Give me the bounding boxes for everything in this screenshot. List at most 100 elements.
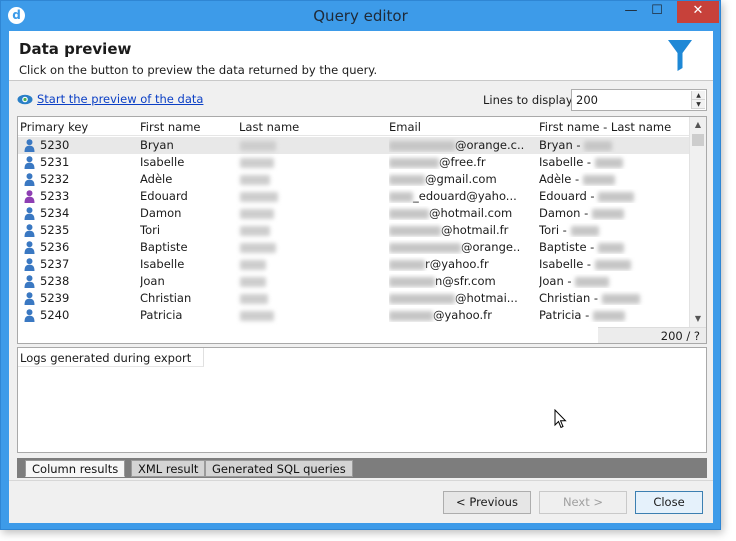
email-cell: @free.fr <box>389 155 537 169</box>
full-name-cell: Christian - <box>539 291 689 305</box>
first-name-cell: Baptiste <box>140 240 188 254</box>
tab-column-results[interactable]: Column results <box>25 460 126 477</box>
full-name-redacted <box>592 310 625 321</box>
close-window-button[interactable]: ✕ <box>677 1 719 23</box>
email-domain: @hotmai... <box>455 291 518 305</box>
column-header-first-name[interactable]: First name <box>140 120 200 134</box>
table-row[interactable]: 5234 Damon @hotmail.com Damon - <box>18 205 690 222</box>
lines-to-display-value[interactable]: 200 <box>576 93 598 107</box>
column-header-last-name[interactable]: Last name <box>239 120 299 134</box>
person-icon <box>24 275 35 288</box>
email-domain: r@yahoo.fr <box>425 257 489 271</box>
person-icon <box>24 190 35 203</box>
person-icon <box>24 139 35 152</box>
last-name-redacted <box>240 294 268 304</box>
table-row[interactable]: 5239 Christian @hotmai... Christian - <box>18 290 690 307</box>
logs-header: Logs generated during export <box>18 348 204 367</box>
full-name-text: Joan - <box>539 274 576 288</box>
table-row[interactable]: 5230 Bryan @orange.c.. Bryan - <box>18 137 690 154</box>
table-row[interactable]: 5233 Edouard _edouard@yaho... Edouard - <box>18 188 690 205</box>
grid-header: Primary key First name Last name Email F… <box>18 117 690 136</box>
first-name-cell: Adèle <box>140 172 173 186</box>
primary-key-cell: 5236 <box>40 240 70 254</box>
person-icon <box>24 258 35 271</box>
full-name-redacted <box>594 259 631 270</box>
first-name-cell: Tori <box>140 223 161 237</box>
full-name-redacted <box>575 276 610 287</box>
table-row[interactable]: 5235 Tori @hotmail.fr Tori - <box>18 222 690 239</box>
email-cell: r@yahoo.fr <box>389 257 537 271</box>
first-name-cell: Christian <box>140 291 192 305</box>
close-button[interactable]: Close <box>635 491 703 514</box>
maximize-button[interactable]: ☐ <box>644 1 670 23</box>
data-preview-grid[interactable]: Primary key First name Last name Email F… <box>17 116 707 344</box>
vertical-scrollbar[interactable]: ▲ ▼ <box>689 117 706 327</box>
email-cell: n@sfr.com <box>389 274 537 288</box>
next-button[interactable]: Next > <box>539 491 627 514</box>
scroll-down-icon[interactable]: ▼ <box>690 311 706 327</box>
column-header-primary-key[interactable]: Primary key <box>20 120 88 134</box>
email-redacted <box>389 276 435 287</box>
mouse-cursor-icon <box>554 409 567 429</box>
minimize-button[interactable]: — <box>618 1 644 23</box>
table-row[interactable]: 5232 Adèle @gmail.com Adèle - <box>18 171 690 188</box>
logs-title: Logs generated during export <box>20 351 192 365</box>
first-name-cell: Joan <box>140 274 165 288</box>
decrement-arrow-icon[interactable]: ▼ <box>692 100 705 109</box>
person-icon <box>24 292 35 305</box>
lines-to-display-stepper[interactable]: 200 ▲ ▼ <box>571 89 707 111</box>
tab-xml-result[interactable]: XML result <box>131 460 206 477</box>
full-name-cell: Patricia - <box>539 308 689 322</box>
primary-key-cell: 5233 <box>40 189 70 203</box>
column-header-email[interactable]: Email <box>389 120 421 134</box>
start-preview-link[interactable]: Start the preview of the data <box>37 92 203 106</box>
title-bar[interactable]: d Query editor — ☐ ✕ <box>1 1 720 31</box>
email-domain: @gmail.com <box>425 172 497 186</box>
primary-key-cell: 5240 <box>40 308 70 322</box>
email-cell: @gmail.com <box>389 172 537 186</box>
increment-arrow-icon[interactable]: ▲ <box>692 91 705 100</box>
full-name-text: Adèle - <box>539 172 583 186</box>
full-name-text: Damon - <box>539 206 592 220</box>
table-row[interactable]: 5236 Baptiste @orange.. Baptiste - <box>18 239 690 256</box>
table-row[interactable]: 5237 Isabelle r@yahoo.fr Isabelle - <box>18 256 690 273</box>
scroll-up-icon[interactable]: ▲ <box>690 117 706 133</box>
query-editor-window: d Query editor — ☐ ✕ Data preview Click … <box>0 0 721 530</box>
primary-key-cell: 5231 <box>40 155 70 169</box>
previous-button[interactable]: < Previous <box>443 491 531 514</box>
footer-divider <box>9 480 713 481</box>
email-cell: @hotmai... <box>389 291 537 305</box>
window-title: Query editor <box>313 7 408 25</box>
column-header-full-name[interactable]: First name - Last name <box>539 120 671 134</box>
full-name-text: Patricia - <box>539 308 593 322</box>
eye-icon <box>17 94 33 105</box>
first-name-cell: Edouard <box>140 189 188 203</box>
primary-key-cell: 5230 <box>40 138 70 152</box>
first-name-cell: Isabelle <box>140 155 185 169</box>
email-domain: @hotmail.fr <box>441 223 509 237</box>
primary-key-cell: 5238 <box>40 274 70 288</box>
tab-generated-sql-queries[interactable]: Generated SQL queries <box>205 460 353 477</box>
row-count-bar: 200 / ? <box>598 327 706 343</box>
primary-key-cell: 5239 <box>40 291 70 305</box>
table-row[interactable]: 5238 Joan n@sfr.com Joan - <box>18 273 690 290</box>
email-domain: _edouard@yaho... <box>413 189 517 203</box>
email-domain: @orange.. <box>461 240 521 254</box>
full-name-text: Isabelle - <box>539 257 595 271</box>
email-redacted <box>389 140 455 151</box>
logs-panel[interactable]: Logs generated during export <box>17 347 707 453</box>
last-name-redacted <box>240 226 270 236</box>
first-name-cell: Patricia <box>140 308 183 322</box>
page-title: Data preview <box>19 40 132 58</box>
last-name-redacted <box>240 209 274 219</box>
scrollbar-thumb[interactable] <box>692 134 704 146</box>
primary-key-cell: 5237 <box>40 257 70 271</box>
first-name-cell: Bryan <box>140 138 174 152</box>
person-icon <box>24 224 35 237</box>
table-row[interactable]: 5240 Patricia @yahoo.fr Patricia - <box>18 307 690 324</box>
full-name-text: Isabelle - <box>539 155 595 169</box>
stepper-arrows[interactable]: ▲ ▼ <box>691 91 705 109</box>
full-name-redacted <box>601 293 640 304</box>
table-row[interactable]: 5231 Isabelle @free.fr Isabelle - <box>18 154 690 171</box>
primary-key-cell: 5234 <box>40 206 70 220</box>
